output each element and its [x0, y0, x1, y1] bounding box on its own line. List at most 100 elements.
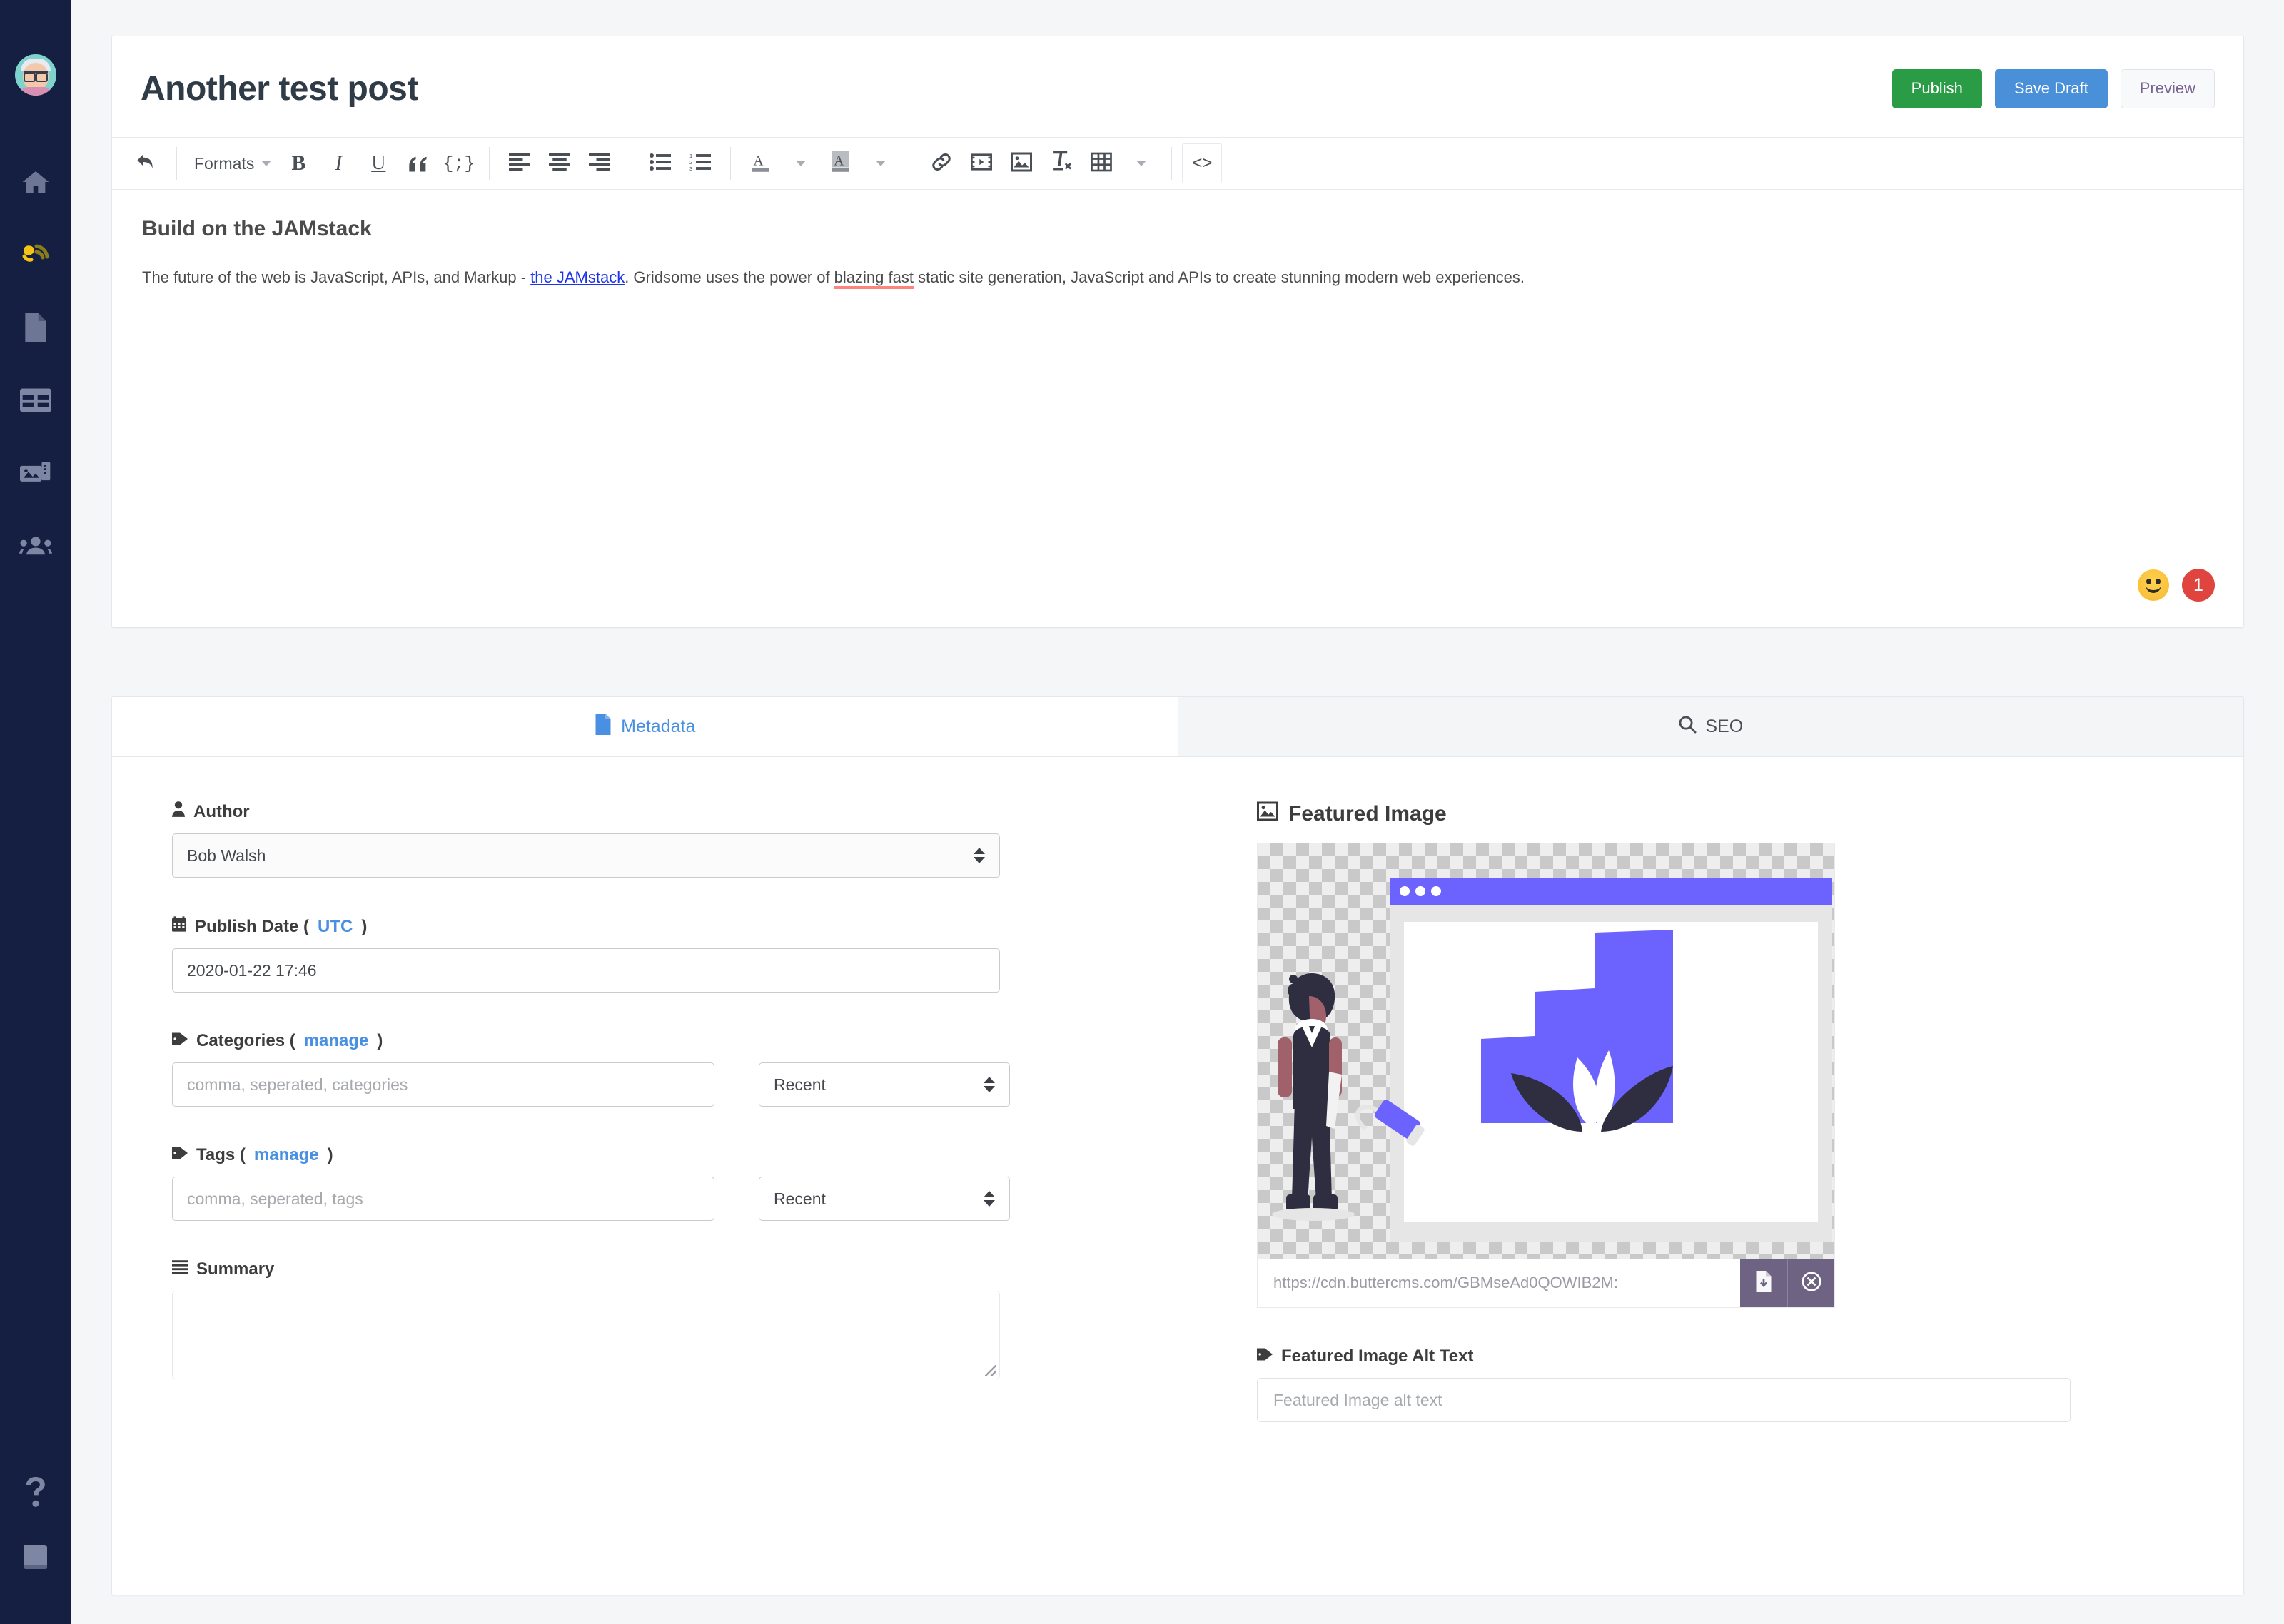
formats-dropdown[interactable]: Formats	[187, 143, 278, 183]
insert-media-button[interactable]	[961, 143, 1001, 183]
upload-file-button[interactable]	[1740, 1259, 1787, 1307]
numbered-list-button[interactable]: 1 2 3	[680, 143, 720, 183]
tags-label-end: )	[328, 1145, 333, 1165]
utc-link[interactable]: UTC	[318, 917, 353, 937]
categories-field-group: Categories (manage) comma, seperated, ca…	[172, 1031, 1197, 1107]
chevron-down-icon	[876, 161, 886, 166]
publish-date-label-end: )	[361, 917, 367, 937]
remove-image-button[interactable]	[1787, 1259, 1834, 1307]
insert-table-button[interactable]	[1081, 143, 1121, 183]
close-circle-icon	[1801, 1271, 1822, 1296]
preview-button[interactable]: Preview	[2121, 69, 2215, 108]
sidebar-item-users[interactable]	[0, 509, 71, 582]
underline-button[interactable]: U	[358, 143, 398, 183]
smiley-icon[interactable]	[2138, 569, 2169, 601]
table-dropdown[interactable]	[1121, 143, 1161, 183]
editor-header: Another test post Publish Save Draft Pre…	[112, 36, 2243, 137]
author-select[interactable]: Bob Walsh	[172, 833, 1000, 878]
clear-formatting-button[interactable]	[1041, 143, 1081, 183]
document-icon	[22, 312, 49, 343]
tab-bar: Metadata SEO	[112, 697, 2243, 757]
featured-image-preview: https://cdn.buttercms.com/GBMseAd0QOWIB2…	[1257, 843, 1835, 1308]
publish-button[interactable]: Publish	[1892, 69, 1982, 108]
sidebar-nav	[0, 146, 71, 582]
toolbar-divider	[489, 147, 490, 180]
file-icon	[594, 714, 612, 740]
page-title: Another test post	[141, 69, 418, 108]
table-icon	[1091, 152, 1112, 176]
sidebar-item-media[interactable]	[0, 437, 71, 509]
summary-field-group: Summary	[172, 1259, 1197, 1379]
text-color-button[interactable]: A	[741, 143, 781, 183]
bold-button[interactable]: B	[278, 143, 318, 183]
source-code-button[interactable]: <>	[1182, 143, 1222, 183]
featured-image-title: Featured Image	[1257, 801, 2243, 827]
code-sample-button[interactable]: {;}	[438, 143, 479, 183]
link-icon	[931, 151, 952, 176]
tab-metadata[interactable]: Metadata	[112, 697, 1178, 756]
undo-button[interactable]	[126, 143, 166, 183]
image-icon	[1011, 152, 1032, 176]
summary-textarea[interactable]	[172, 1291, 1000, 1379]
editor-content-area[interactable]: Build on the JAMstack The future of the …	[112, 190, 2243, 316]
tag-icon	[172, 1031, 188, 1051]
tab-seo-label: SEO	[1705, 716, 1743, 737]
status-badge[interactable]: 1	[2182, 569, 2215, 602]
insert-image-button[interactable]	[1001, 143, 1041, 183]
tags-label-text: Tags (	[196, 1145, 246, 1165]
transparency-checkerboard	[1258, 843, 1834, 1307]
align-right-icon	[589, 153, 610, 175]
featured-image-url[interactable]: https://cdn.buttercms.com/GBMseAd0QOWIB2…	[1258, 1259, 1740, 1307]
featured-image-alt-label: Featured Image Alt Text	[1257, 1346, 2243, 1366]
author-field-group: Author Bob Walsh	[172, 801, 1197, 878]
tag-icon	[1257, 1346, 1273, 1366]
users-icon	[19, 535, 52, 557]
tab-seo[interactable]: SEO	[1178, 697, 2244, 756]
italic-button[interactable]: I	[318, 143, 358, 183]
publish-date-field-group: Publish Date (UTC) 2020-01-22 17:46	[172, 916, 1197, 993]
sidebar-item-docs[interactable]	[21, 1542, 50, 1574]
categories-input[interactable]: comma, seperated, categories	[172, 1062, 714, 1107]
tags-field-group: Tags ( manage) comma, seperated, tags Rec…	[172, 1145, 1197, 1221]
tags-sort-select[interactable]: Recent	[759, 1177, 1010, 1221]
paragraph-part-3: static site generation, JavaScript and A…	[914, 268, 1525, 286]
sidebar-item-pages[interactable]	[0, 291, 71, 364]
insert-link-button[interactable]	[921, 143, 961, 183]
save-draft-button[interactable]: Save Draft	[1995, 69, 2108, 108]
categories-sort-select[interactable]: Recent	[759, 1062, 1010, 1107]
toolbar-divider	[176, 147, 177, 180]
align-center-button[interactable]	[540, 143, 580, 183]
sidebar-item-blog[interactable]	[0, 218, 71, 291]
sidebar-item-help[interactable]	[23, 1476, 49, 1513]
categories-manage-link[interactable]: manage	[304, 1031, 369, 1051]
tags-input[interactable]: comma, seperated, tags	[172, 1177, 714, 1221]
sidebar-item-home[interactable]	[0, 146, 71, 218]
blockquote-button[interactable]	[398, 143, 438, 183]
tags-row: comma, seperated, tags Recent	[172, 1177, 1197, 1221]
code-brackets-icon: <>	[1192, 153, 1212, 173]
featured-image-alt-input[interactable]: Featured Image alt text	[1257, 1378, 2071, 1422]
editor-actions: Publish Save Draft Preview	[1892, 69, 2215, 108]
paragraph-part-2: . Gridsome uses the power of	[625, 268, 834, 286]
align-right-button[interactable]	[580, 143, 620, 183]
align-left-button[interactable]	[500, 143, 540, 183]
tags-manage-link[interactable]: manage	[254, 1145, 319, 1165]
bullet-list-button[interactable]	[640, 143, 680, 183]
avatar[interactable]	[15, 54, 56, 96]
resize-grip-icon[interactable]	[985, 1365, 996, 1376]
text-color-dropdown[interactable]	[781, 143, 821, 183]
publish-date-input[interactable]: 2020-01-22 17:46	[172, 948, 1000, 993]
tags-label: Tags ( manage)	[172, 1145, 1197, 1165]
featured-image-alt-label-text: Featured Image Alt Text	[1281, 1346, 1473, 1366]
editor-heading: Build on the JAMstack	[142, 217, 2213, 241]
toolbar-divider	[1171, 147, 1172, 180]
background-color-button[interactable]: A	[821, 143, 861, 183]
jamstack-link[interactable]: the JAMstack	[530, 268, 625, 286]
categories-label-text: Categories (	[196, 1031, 295, 1051]
person-icon	[172, 801, 185, 822]
sidebar-bottom-nav	[0, 1476, 71, 1574]
spellcheck-text: blazing fast	[834, 268, 914, 289]
sidebar-item-collections[interactable]	[0, 364, 71, 437]
background-color-dropdown[interactable]	[861, 143, 901, 183]
smiley-eye-left	[2146, 579, 2151, 584]
